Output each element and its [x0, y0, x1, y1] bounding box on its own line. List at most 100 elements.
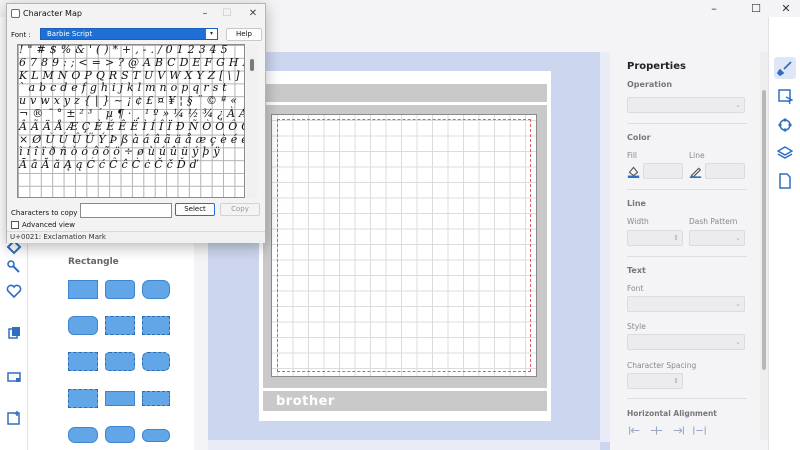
shape-rounded-rectangle[interactable] — [105, 280, 135, 299]
dash-pattern-label: Dash Pattern — [689, 217, 738, 226]
line-color-label: Line — [689, 151, 705, 160]
font-select[interactable]: ⌄ — [627, 296, 745, 312]
fill-label: Fill — [627, 151, 638, 160]
charmap-close-button[interactable]: ✕ — [245, 7, 261, 21]
shape-dashed-square[interactable] — [142, 316, 170, 335]
align-right-icon[interactable] — [672, 425, 685, 436]
shape-rounded-rect-2[interactable] — [105, 426, 135, 443]
select-button[interactable]: Select — [175, 203, 215, 216]
style-select[interactable]: ⌄ — [627, 334, 745, 350]
shape-dashed-rect-2[interactable] — [68, 352, 98, 371]
shape-category-heading: Rectangle — [68, 257, 119, 267]
help-button[interactable]: Help — [226, 28, 262, 41]
font-label: Font : — [11, 31, 31, 39]
fill-color-box[interactable] — [643, 163, 683, 179]
character-map-app-icon — [11, 9, 20, 18]
chevron-down-icon: ▾ — [206, 29, 217, 39]
shape-flat-rectangle[interactable] — [105, 391, 135, 406]
stepper-icon: ⇕ — [673, 377, 679, 385]
minimize-button[interactable]: – — [700, 1, 728, 16]
shape-dashed-flat[interactable] — [142, 391, 170, 406]
glyph-row[interactable]: 6789:;<=>?@ABCDEFGHIJ — [19, 56, 244, 70]
charmap-maximize-button[interactable]: ☐ — [219, 7, 235, 21]
fill-bucket-icon[interactable] — [627, 165, 640, 178]
canvas-toolbar-area — [208, 17, 610, 52]
node-edit-icon[interactable] — [777, 117, 793, 133]
status-text: U+0021: Exclamation Mark — [10, 233, 106, 241]
shape-dashed-pill[interactable] — [142, 352, 170, 371]
divider — [627, 189, 747, 190]
cutting-area-boundary — [277, 119, 531, 372]
glyph-rows[interactable]: !"#$%&'()*+,-./012345 6789:;<=>?@ABCDEFGH… — [19, 45, 244, 172]
heart-icon[interactable] — [6, 283, 22, 299]
character-map-titlebar[interactable]: Character Map – ☐ ✕ — [7, 4, 265, 24]
close-button[interactable]: ✕ — [772, 1, 800, 16]
font-dropdown-value: Barbie Script — [47, 30, 93, 38]
align-left-icon[interactable] — [628, 425, 641, 436]
layers-icon[interactable] — [777, 145, 793, 161]
glyph-row[interactable]: ĀāĂăĄąĆćĈĉĊċČčĎď — [19, 158, 244, 172]
divider — [627, 256, 747, 257]
operation-section-label: Operation — [627, 80, 673, 89]
shape-pill-rectangle[interactable] — [142, 280, 170, 299]
text-frame-icon[interactable] — [6, 369, 22, 385]
font-dropdown[interactable]: Barbie Script ▾ — [40, 28, 218, 40]
add-image-icon[interactable] — [6, 410, 22, 426]
dash-pattern-select[interactable]: ⌄ — [689, 230, 745, 246]
glyph-row[interactable]: !"#$%&'()*+,-./012345 — [19, 45, 244, 57]
page-icon[interactable] — [777, 173, 793, 189]
shape-dashed-rounded[interactable] — [105, 352, 135, 371]
character-grid-scroll-thumb[interactable] — [250, 59, 254, 71]
line-color-box[interactable] — [705, 163, 745, 179]
select-area-icon[interactable] — [777, 88, 793, 104]
maximize-button[interactable]: ☐ — [742, 1, 770, 16]
advanced-view-checkbox[interactable] — [11, 221, 19, 229]
characters-to-copy-label: Characters to copy : — [11, 209, 82, 217]
text-section-label: Text — [627, 266, 646, 275]
character-spacing-stepper[interactable]: ⇕ — [627, 373, 683, 389]
width-label: Width — [627, 217, 649, 226]
pen-tool-icon[interactable] — [6, 258, 22, 274]
align-center-icon[interactable] — [650, 425, 663, 436]
color-section-label: Color — [627, 133, 651, 142]
copy-shape-icon[interactable] — [6, 325, 22, 341]
shape-oval-rect[interactable] — [68, 427, 98, 443]
chevron-down-icon: ⌄ — [735, 101, 741, 109]
divider — [627, 398, 747, 399]
mat-top-band — [263, 84, 547, 102]
shape-rectangle[interactable] — [68, 280, 98, 299]
align-justify-icon[interactable] — [693, 425, 706, 436]
style-label: Style — [627, 322, 646, 331]
character-map-title: Character Map — [23, 9, 82, 18]
character-map-dialog: Character Map – ☐ ✕ Font : Barbie Script… — [6, 3, 266, 243]
shape-dashed-rectangle[interactable] — [105, 316, 135, 335]
properties-scroll-thumb[interactable] — [762, 90, 766, 370]
character-grid[interactable]: !"#$%&'()*+,-./012345 6789:;<=>?@ABCDEFGH… — [17, 44, 245, 198]
line-section-label: Line — [627, 199, 646, 208]
advanced-view-label: Advanced view — [22, 221, 75, 229]
line-width-stepper[interactable]: ⇕ — [627, 230, 683, 246]
shape-dashed-rect-3[interactable] — [68, 389, 98, 408]
brush-icon[interactable] — [777, 60, 793, 76]
font-label: Font — [627, 284, 644, 293]
charmap-minimize-button[interactable]: – — [197, 7, 213, 21]
canvas-horizontal-scrollbar[interactable] — [208, 440, 600, 450]
status-bar: U+0021: Exclamation Mark — [7, 231, 265, 243]
copy-button[interactable]: Copy — [220, 203, 260, 216]
canvas-vertical-scrollbar[interactable] — [600, 52, 610, 442]
horizontal-alignment-label: Horizontal Alignment — [627, 409, 717, 418]
properties-title: Properties — [627, 61, 686, 72]
glyph-row[interactable]: ÂÃÄÅÆÇÈÉÊËÌÍÎÏÐÑÒÓÔÕÖ — [19, 120, 244, 134]
shape-capsule[interactable] — [142, 429, 170, 442]
characters-to-copy-input[interactable] — [80, 203, 172, 218]
divider — [627, 123, 747, 124]
shape-rounded-wide[interactable] — [68, 316, 98, 335]
chevron-down-icon: ⌄ — [735, 234, 741, 242]
stepper-icon: ⇕ — [673, 234, 679, 242]
glyph-row[interactable]: ¬®¯°±²³´µ¶·¸¹º»¼½¾¿ÀÁ — [19, 107, 244, 121]
character-spacing-label: Character Spacing — [627, 361, 697, 370]
brand-logo-text: brother — [276, 394, 335, 409]
operation-select[interactable]: ⌄ — [627, 97, 745, 113]
chevron-down-icon: ⌄ — [735, 338, 741, 346]
line-pen-icon[interactable] — [689, 165, 702, 178]
